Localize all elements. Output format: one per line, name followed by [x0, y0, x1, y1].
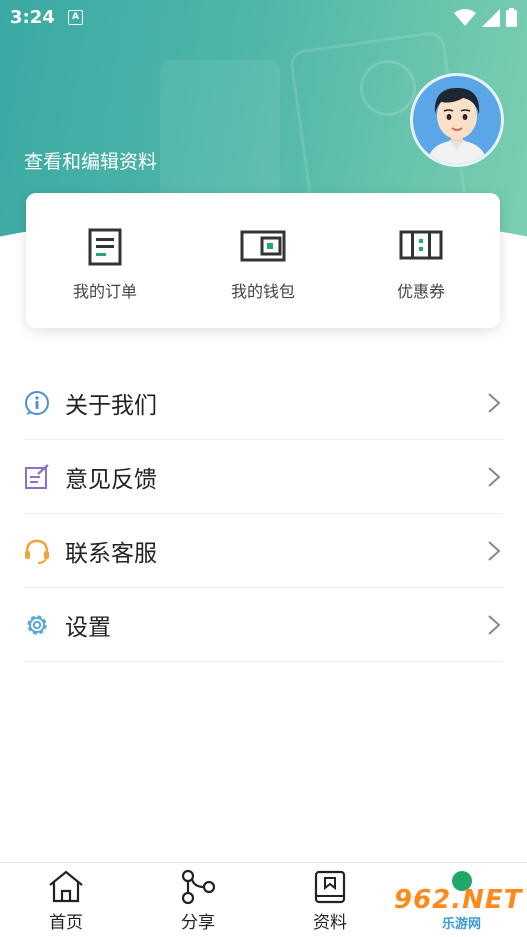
my-orders-button[interactable]: 我的订单 [26, 193, 184, 328]
menu-item-label: 关于我们 [65, 393, 157, 419]
tab-materials[interactable]: 资料 [264, 863, 396, 937]
signal-icon [482, 8, 500, 27]
tab-label: 分享 [181, 913, 215, 933]
header-decoration [160, 60, 280, 200]
menu-item-settings[interactable]: 设置 [24, 588, 503, 662]
coupons-button[interactable]: 优惠券 [342, 193, 500, 328]
gear-icon [27, 615, 47, 635]
quick-actions-card: 我的订单 我的钱包 优惠券 [26, 193, 500, 328]
system-icons [454, 8, 517, 27]
status-time: 3:24 [10, 7, 55, 28]
notification-a-icon: A [68, 10, 83, 25]
chevron-right-icon [488, 467, 501, 487]
my-wallet-button[interactable]: 我的钱包 [184, 193, 342, 328]
watermark-text: 962.NET [394, 885, 523, 915]
header-decoration [360, 60, 416, 116]
wifi-icon [454, 8, 476, 26]
tab-home[interactable]: 首页 [0, 863, 132, 937]
wallet-icon [240, 230, 286, 262]
coupons-label: 优惠券 [396, 282, 445, 301]
headset-icon [25, 539, 49, 564]
home-icon [49, 870, 83, 903]
menu-item-about-us[interactable]: 关于我们 [24, 366, 503, 440]
edit-profile-link[interactable]: 查看和编辑资料 [24, 147, 157, 174]
tab-label: 首页 [49, 913, 83, 933]
book-icon [314, 870, 346, 904]
my-orders-label: 我的订单 [72, 282, 137, 301]
share-icon [181, 869, 216, 905]
avatar-illustration [427, 88, 487, 164]
menu-item-customer-service[interactable]: 联系客服 [24, 514, 503, 588]
chevron-right-icon [488, 615, 501, 635]
my-wallet-label: 我的钱包 [230, 282, 295, 301]
watermark-subtext: 乐游网 [442, 917, 482, 932]
avatar[interactable] [410, 73, 504, 167]
site-watermark: 962.NET 乐游网 [388, 883, 523, 932]
menu-item-label: 设置 [65, 615, 111, 641]
chevron-right-icon [488, 393, 501, 413]
coupon-icon [399, 230, 443, 260]
status-bar: 3:24 A [0, 0, 527, 36]
info-icon [25, 391, 49, 415]
settings-menu: 关于我们 意见反馈 联系客服 设置 [24, 366, 503, 662]
chevron-right-icon [488, 541, 501, 561]
menu-item-label: 意见反馈 [65, 467, 157, 493]
menu-item-feedback[interactable]: 意见反馈 [24, 440, 503, 514]
tab-share[interactable]: 分享 [132, 863, 264, 937]
feedback-icon [25, 464, 49, 489]
order-icon [88, 228, 122, 266]
battery-icon [506, 8, 517, 27]
tab-label: 资料 [313, 913, 347, 933]
menu-item-label: 联系客服 [65, 541, 157, 567]
